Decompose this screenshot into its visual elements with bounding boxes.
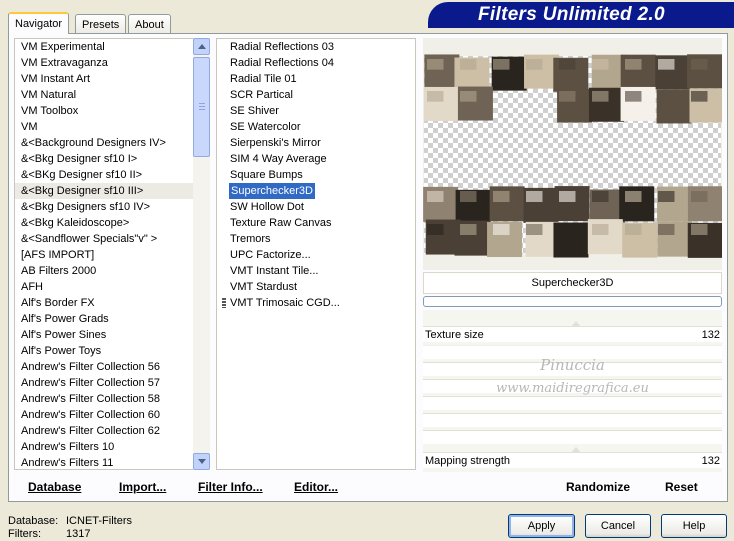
- category-item[interactable]: &<Bkg Kaleidoscope>: [15, 215, 193, 231]
- database-value: ICNET-Filters: [66, 515, 132, 527]
- grip-icon: [222, 298, 226, 308]
- filter-item[interactable]: Radial Tile 01: [229, 71, 297, 87]
- import-button[interactable]: Import...: [119, 480, 166, 494]
- category-item[interactable]: Andrew's Filter Collection 60: [15, 407, 193, 423]
- category-item[interactable]: VM Natural: [15, 87, 193, 103]
- filter-item[interactable]: Texture Raw Canvas: [229, 215, 332, 231]
- chevron-down-icon: [198, 459, 206, 464]
- database-button[interactable]: Database: [28, 480, 81, 494]
- editor-button[interactable]: Editor...: [294, 480, 338, 494]
- slider-value: 132: [701, 329, 720, 341]
- slider-mapping-strength[interactable]: Mapping strength 132: [423, 447, 722, 468]
- category-item[interactable]: Alf's Border FX: [15, 295, 193, 311]
- filter-item[interactable]: VMT Instant Tile...: [229, 263, 318, 279]
- category-item[interactable]: AB Filters 2000: [15, 263, 193, 279]
- filter-item[interactable]: VMT Trimosaic CGD...: [229, 295, 340, 311]
- category-item[interactable]: &<Bkg Designer sf10 I>: [15, 151, 193, 167]
- filter-item[interactable]: SE Watercolor: [229, 119, 301, 135]
- filter-name-display: Superchecker3D: [423, 272, 722, 294]
- app-title: Filters Unlimited 2.0: [428, 2, 734, 28]
- category-item[interactable]: [AFS IMPORT]: [15, 247, 193, 263]
- category-item[interactable]: &<Bkg Designer sf10 III>: [15, 183, 193, 199]
- category-item[interactable]: AFH: [15, 279, 193, 295]
- preview-image: [423, 54, 725, 258]
- database-label: Database:: [8, 515, 59, 527]
- category-item[interactable]: VM Toolbox: [15, 103, 193, 119]
- watermark-url: www.maidiregrafica.eu: [496, 381, 649, 396]
- category-item[interactable]: VM Instant Art: [15, 71, 193, 87]
- category-scrollbar[interactable]: [193, 38, 210, 470]
- category-item[interactable]: Andrew's Filters 11: [15, 455, 193, 469]
- category-item[interactable]: VM: [15, 119, 193, 135]
- chevron-up-icon: [198, 44, 206, 49]
- filter-item[interactable]: Radial Reflections 04: [229, 55, 334, 71]
- filter-item[interactable]: SW Hollow Dot: [229, 199, 304, 215]
- category-item[interactable]: Andrew's Filter Collection 56: [15, 359, 193, 375]
- filter-item[interactable]: Square Bumps: [229, 167, 303, 183]
- slider-texture-size[interactable]: Texture size 132: [423, 321, 722, 342]
- filter-item[interactable]: SIM 4 Way Average: [229, 151, 327, 167]
- category-item[interactable]: Andrew's Filters 10: [15, 439, 193, 455]
- randomize-button[interactable]: Randomize: [566, 480, 630, 494]
- watermark-name: Pinuccia: [540, 356, 605, 374]
- category-item[interactable]: &<Bkg Designers sf10 IV>: [15, 199, 193, 215]
- scroll-down-button[interactable]: [193, 453, 210, 470]
- category-item[interactable]: &<BKg Designer sf10 II>: [15, 167, 193, 183]
- category-item[interactable]: Andrew's Filter Collection 57: [15, 375, 193, 391]
- category-item[interactable]: &<Background Designers IV>: [15, 135, 193, 151]
- tab-about[interactable]: About: [128, 14, 171, 33]
- filter-item[interactable]: SCR Partical: [229, 87, 293, 103]
- filter-item[interactable]: UPC Factorize...: [229, 247, 311, 263]
- category-item[interactable]: Andrew's Filter Collection 58: [15, 391, 193, 407]
- category-item[interactable]: VM Extravaganza: [15, 55, 193, 71]
- filter-item[interactable]: Superchecker3D: [229, 183, 315, 199]
- filter-item[interactable]: VMT Stardust: [229, 279, 297, 295]
- category-item[interactable]: Alf's Power Grads: [15, 311, 193, 327]
- filter-item[interactable]: Radial Reflections 03: [229, 39, 334, 55]
- category-item[interactable]: Alf's Power Sines: [15, 327, 193, 343]
- filter-item[interactable]: Tremors: [229, 231, 271, 247]
- filters-count-value: 1317: [66, 528, 91, 540]
- category-item[interactable]: Andrew's Filter Collection 62: [15, 423, 193, 439]
- filter-item[interactable]: Sierpenski's Mirror: [229, 135, 321, 151]
- slider-label: Mapping strength: [425, 455, 510, 467]
- filter-item[interactable]: SE Shiver: [229, 103, 279, 119]
- slider-label: Texture size: [425, 329, 484, 341]
- filters-count-label: Filters:: [8, 528, 41, 540]
- category-item[interactable]: &<Sandflower Specials"v" >: [15, 231, 193, 247]
- scroll-up-button[interactable]: [193, 38, 210, 55]
- apply-button[interactable]: Apply: [508, 514, 575, 538]
- scroll-thumb[interactable]: [193, 57, 210, 157]
- tab-navigator[interactable]: Navigator: [8, 12, 70, 34]
- slider-value: 132: [701, 455, 720, 467]
- preview-area: [423, 38, 725, 270]
- category-item[interactable]: VM Experimental: [15, 39, 193, 55]
- filter-info-button[interactable]: Filter Info...: [198, 480, 263, 494]
- filter-list[interactable]: Radial Reflections 03 Radial Reflections …: [216, 38, 416, 470]
- help-button[interactable]: Help: [661, 514, 727, 538]
- category-item[interactable]: Alf's Power Toys: [15, 343, 193, 359]
- reset-button[interactable]: Reset: [665, 480, 698, 494]
- tab-presets[interactable]: Presets: [75, 14, 127, 33]
- cancel-button[interactable]: Cancel: [585, 514, 651, 538]
- progress-bar: [423, 296, 722, 307]
- category-list[interactable]: VM Experimental VM Extravaganza VM Instant…: [14, 38, 194, 470]
